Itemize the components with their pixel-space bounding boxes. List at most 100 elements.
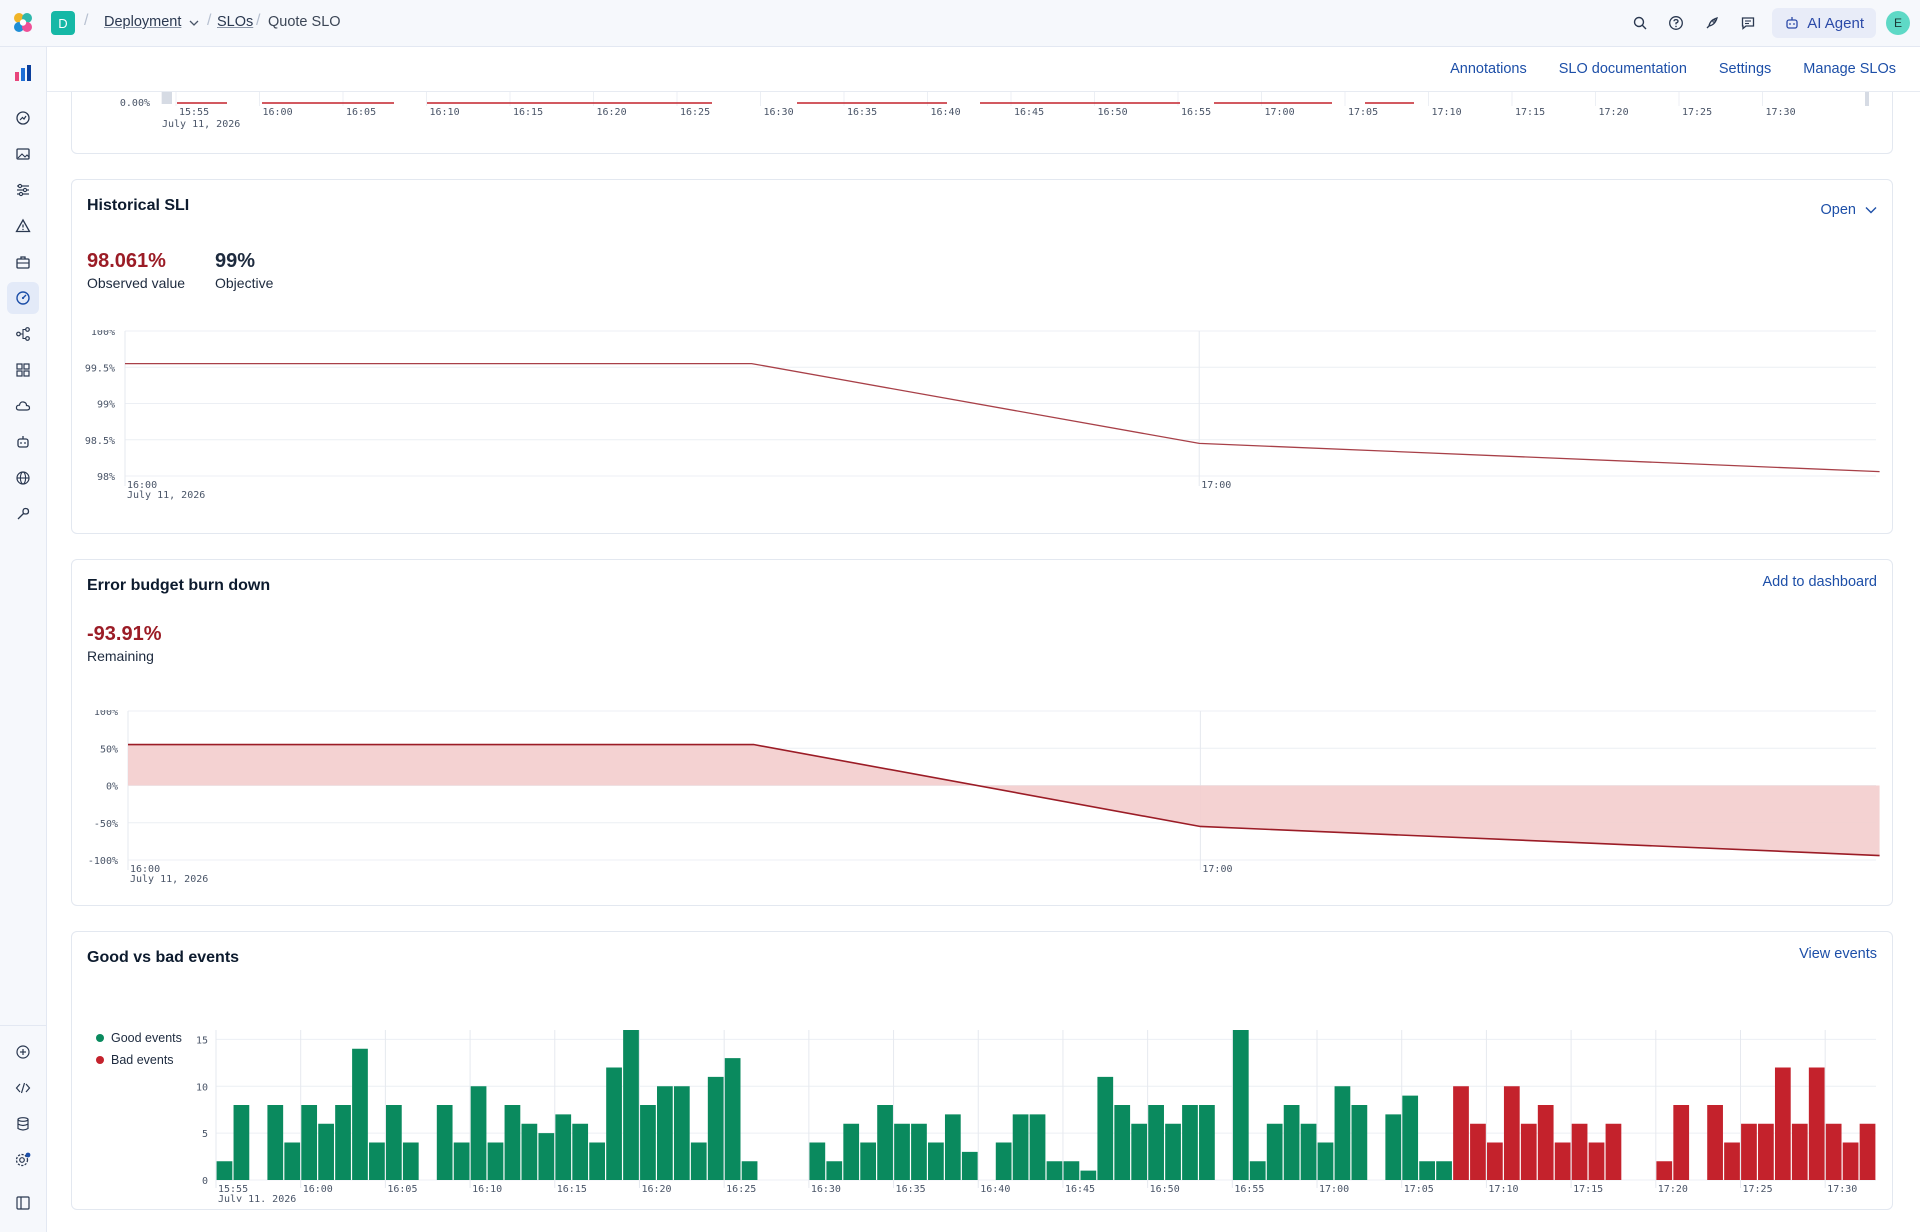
x-tick-label: 17:20 bbox=[1599, 107, 1629, 118]
cloud-icon[interactable] bbox=[7, 390, 39, 422]
search-icon[interactable] bbox=[1622, 8, 1658, 38]
slo-documentation-link[interactable]: SLO documentation bbox=[1559, 61, 1687, 77]
bar-good bbox=[1046, 1161, 1063, 1180]
bar-bad bbox=[1656, 1161, 1673, 1180]
x-tick-label: 17:00 bbox=[1265, 107, 1295, 118]
side-nav bbox=[0, 47, 47, 1232]
breadcrumb-separator: / bbox=[256, 12, 261, 29]
settings-link[interactable]: Settings bbox=[1719, 61, 1771, 77]
observed-value: 98.061% bbox=[87, 250, 166, 272]
apps-icon[interactable] bbox=[7, 354, 39, 386]
slo-icon[interactable] bbox=[7, 282, 39, 314]
x-tick-label: 17:25 bbox=[1742, 1184, 1772, 1195]
avatar[interactable]: E bbox=[1886, 11, 1910, 35]
bar-good bbox=[707, 1076, 724, 1180]
date-label: July 11, 2026 bbox=[130, 874, 208, 885]
bar-good bbox=[352, 1048, 368, 1180]
robot-icon bbox=[1786, 17, 1798, 29]
x-tick-label: 17:00 bbox=[1201, 480, 1231, 491]
code-icon[interactable] bbox=[7, 1072, 39, 1104]
y-tick-label: 50% bbox=[100, 744, 118, 755]
chevron-down-icon bbox=[1865, 207, 1877, 214]
x-tick-label: 16:30 bbox=[811, 1184, 841, 1195]
settings-icon[interactable] bbox=[7, 1144, 39, 1176]
sliders-icon[interactable] bbox=[7, 174, 39, 206]
image-icon[interactable] bbox=[7, 138, 39, 170]
burn-rate-chart[interactable]: 0.00% 15:55 16:00 16:05 16:10 16:15 16:20 16:25… bbox=[72, 92, 1894, 154]
bar-good bbox=[216, 1161, 233, 1180]
x-tick-label: 17:00 bbox=[1202, 864, 1232, 875]
x-tick-label: 16:00 bbox=[263, 107, 293, 118]
x-tick-label: 16:40 bbox=[980, 1184, 1010, 1195]
bar-good bbox=[1131, 1123, 1148, 1180]
legend-swatch-bad bbox=[96, 1056, 104, 1064]
service-map-icon[interactable] bbox=[7, 318, 39, 350]
open-dropdown[interactable]: Open bbox=[1821, 202, 1877, 218]
error-budget-chart[interactable]: 100%50%0%-50%-100%16:00 17:00July 11, 202… bbox=[72, 710, 1894, 895]
sli-line bbox=[125, 362, 1880, 473]
y-tick-label: 99.5% bbox=[85, 363, 115, 374]
bar-bad bbox=[1741, 1123, 1757, 1180]
x-tick-label: 16:55 bbox=[1181, 107, 1211, 118]
page-subheader: Annotations SLO documentation Settings M… bbox=[47, 47, 1920, 92]
x-tick-label: 16:30 bbox=[764, 107, 794, 118]
bar-good bbox=[436, 1105, 453, 1180]
bar-good bbox=[944, 1114, 961, 1180]
observability-icon[interactable] bbox=[7, 102, 39, 134]
elastic-logo[interactable] bbox=[10, 10, 36, 36]
rocket-icon[interactable] bbox=[1694, 8, 1730, 38]
open-label: Open bbox=[1820, 202, 1856, 218]
breadcrumb-slos[interactable]: SLOs bbox=[217, 14, 253, 30]
breadcrumb-separator: / bbox=[207, 12, 212, 29]
objective-label: Objective bbox=[215, 275, 274, 291]
manage-slos-link[interactable]: Manage SLOs bbox=[1803, 61, 1896, 77]
dashboard-icon[interactable] bbox=[7, 57, 39, 89]
x-tick-label: 16:20 bbox=[597, 107, 627, 118]
alert-icon[interactable] bbox=[7, 210, 39, 242]
bar-bad bbox=[1842, 1142, 1859, 1180]
globe-icon[interactable] bbox=[7, 462, 39, 494]
chevron-down-icon[interactable] bbox=[189, 19, 199, 27]
bar-good bbox=[1317, 1142, 1334, 1180]
bar-good bbox=[572, 1123, 589, 1180]
bar-good bbox=[1029, 1114, 1046, 1180]
bar-bad bbox=[1808, 1067, 1825, 1180]
bar-good bbox=[1300, 1123, 1317, 1180]
add-to-dashboard-link[interactable]: Add to dashboard bbox=[1763, 574, 1877, 590]
bar-good bbox=[555, 1114, 572, 1180]
bar-good bbox=[961, 1151, 978, 1180]
x-tick-label: 16:15 bbox=[513, 107, 543, 118]
bar-good bbox=[1283, 1105, 1300, 1180]
historical-sli-chart[interactable]: 100%99.5%99%98.5%98%16:00 17:00July 11, 2… bbox=[72, 330, 1894, 510]
help-icon[interactable] bbox=[1658, 8, 1694, 38]
bar-bad bbox=[1470, 1123, 1486, 1180]
bar-bad bbox=[1453, 1086, 1469, 1180]
x-tick-label: 17:10 bbox=[1432, 107, 1462, 118]
x-tick-label: 17:05 bbox=[1404, 1184, 1434, 1195]
view-events-link[interactable]: View events bbox=[1799, 946, 1877, 962]
wrench-icon[interactable] bbox=[7, 498, 39, 530]
breadcrumb-deployment[interactable]: Deployment bbox=[104, 14, 181, 30]
annotations-link[interactable]: Annotations bbox=[1450, 61, 1527, 77]
ai-agent-button[interactable]: AI Agent bbox=[1772, 8, 1876, 38]
chat-icon[interactable] bbox=[1730, 8, 1766, 38]
bar-good bbox=[301, 1105, 318, 1180]
good-vs-bad-chart[interactable]: Good eventsBad events15105015:55 16:00 16:… bbox=[72, 1022, 1894, 1202]
add-icon[interactable] bbox=[7, 1036, 39, 1068]
bar-good bbox=[1385, 1114, 1402, 1180]
x-tick-label: 16:25 bbox=[726, 1184, 756, 1195]
bar-good bbox=[487, 1142, 504, 1180]
observed-label: Observed value bbox=[87, 275, 186, 291]
space-badge[interactable]: D bbox=[51, 11, 75, 35]
bar-good bbox=[589, 1142, 605, 1180]
bar-good bbox=[690, 1142, 707, 1180]
collapse-icon[interactable] bbox=[7, 1187, 39, 1219]
x-tick-label: 16:50 bbox=[1098, 107, 1128, 118]
briefcase-icon[interactable] bbox=[7, 246, 39, 278]
bar-good bbox=[521, 1123, 538, 1180]
date-label: July 11, 2026 bbox=[127, 490, 205, 501]
panel-title: Historical SLI bbox=[87, 197, 190, 214]
bar-good bbox=[318, 1123, 334, 1180]
robot-icon[interactable] bbox=[7, 426, 39, 458]
database-icon[interactable] bbox=[7, 1108, 39, 1140]
